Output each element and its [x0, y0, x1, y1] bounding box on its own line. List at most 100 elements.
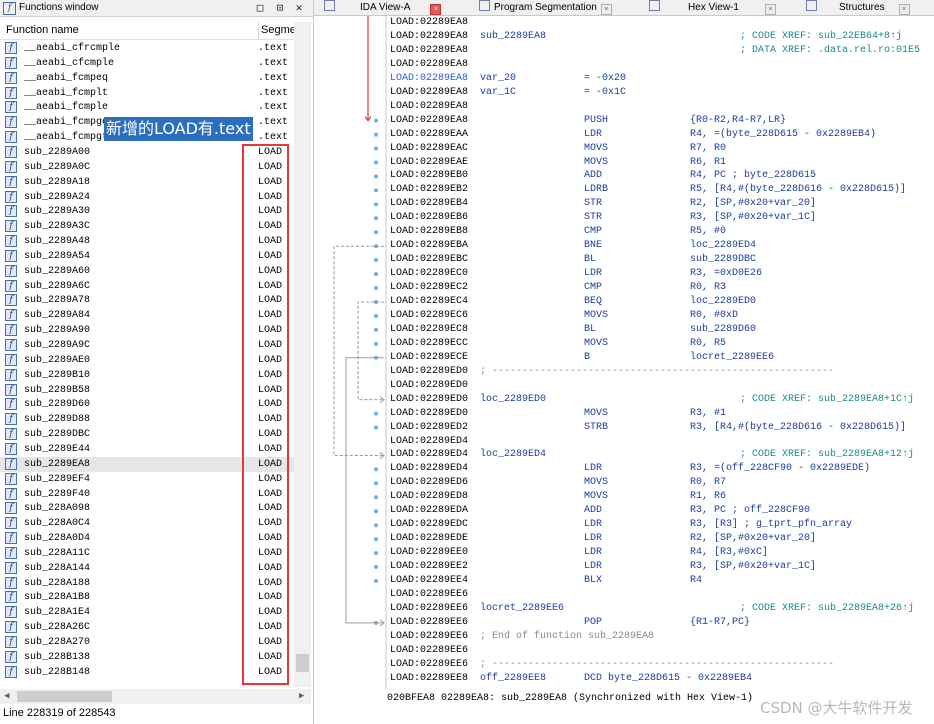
disasm-line[interactable]: LOAD:02289EA8: [388, 100, 934, 114]
disasm-line[interactable]: LOAD:02289EA8 PUSH {R0-R2,R4-R7,LR}: [388, 114, 934, 128]
disasm-operand: R2, [SP,#0x20+var_20]: [690, 533, 817, 545]
disasm-operand: R5, #0: [690, 226, 727, 238]
disasm-line[interactable]: LOAD:02289ED6 MOVS R0, R7: [388, 476, 934, 490]
function-name: sub_2289A6C: [24, 280, 91, 292]
close-icon[interactable]: ×: [600, 4, 612, 15]
function-name: sub_2289F40: [24, 488, 91, 500]
scroll-left-icon[interactable]: ◀: [4, 691, 9, 701]
disasm-line[interactable]: LOAD:02289EDC LDR R3, [R3] ; g_tprt_pfn_ar…: [388, 518, 934, 532]
disassembly-listing[interactable]: LOAD:02289EA8 LOAD:02289EA8 sub_2289EA8 ; C…: [388, 16, 934, 690]
breakpoint-dot: [374, 313, 378, 318]
disasm-line[interactable]: LOAD:02289EB2 LDRB R5, [R4,#(byte_228D616 …: [388, 183, 934, 197]
disasm-line[interactable]: LOAD:02289EE8 off_2289EE8 DCD byte_228D615…: [388, 672, 934, 686]
disasm-line[interactable]: LOAD:02289EC8 BL sub_2289D60: [388, 323, 934, 337]
disasm-line[interactable]: LOAD:02289ED2 STRB R3, [R4,#(byte_228D616 …: [388, 421, 934, 435]
disasm-mnemonic: BL: [584, 323, 597, 335]
disasm-line[interactable]: LOAD:02289EDA ADD R3, PC ; off_228CF90: [388, 504, 934, 518]
disasm-line[interactable]: LOAD:02289EE0 LDR R4, [R3,#0xC]: [388, 546, 934, 560]
disasm-line[interactable]: LOAD:02289EC0 LDR R3, =0xD0E26: [388, 267, 934, 281]
ida-view-a[interactable]: LOAD:02289EA8 LOAD:02289EA8 sub_2289EA8 ; C…: [314, 16, 934, 690]
disasm-line[interactable]: LOAD:02289ED8 MOVS R1, R6: [388, 490, 934, 504]
column-segment[interactable]: Segme: [258, 22, 296, 39]
disasm-line[interactable]: LOAD:02289EB6 STR R3, [SP,#0x20+var_1C]: [388, 211, 934, 225]
disasm-operand: R7, R0: [690, 142, 727, 154]
disasm-line[interactable]: LOAD:02289ECE Blocret_2289EE6: [388, 351, 934, 365]
float-window-button[interactable]: □: [253, 0, 267, 16]
disasm-line[interactable]: LOAD:02289ED4 LDR R3, =(off_228CF90 - 0x22…: [388, 462, 934, 476]
disasm-address: LOAD:02289EC6: [390, 309, 469, 321]
function-segment: .text: [258, 57, 289, 69]
disasm-line[interactable]: LOAD:02289EA8 sub_2289EA8 ; CODE XREF: sub…: [388, 30, 934, 44]
disasm-line[interactable]: LOAD:02289EB4 STR R2, [SP,#0x20+var_20]: [388, 197, 934, 211]
breakpoint-dot: [374, 467, 378, 472]
function-row[interactable]: f __aeabi_cfcmple .text: [0, 56, 294, 71]
disasm-line[interactable]: LOAD:02289EA8 ; DATA XREF: .data.rel.ro:0…: [388, 44, 934, 58]
disasm-operand: {R0-R2,R4-R7,LR}: [690, 114, 787, 126]
function-icon: f: [5, 442, 17, 455]
functions-vertical-scrollbar[interactable]: [294, 22, 311, 687]
disasm-line[interactable]: LOAD:02289EA8: [388, 58, 934, 72]
disasm-line[interactable]: LOAD:02289ED4: [388, 435, 934, 449]
disasm-line[interactable]: LOAD:02289EAC MOVS R7, R0: [388, 142, 934, 156]
disasm-line[interactable]: LOAD:02289EC6 MOVS R0, #0xD: [388, 309, 934, 323]
disasm-line[interactable]: LOAD:02289EC2 CMP R0, R3: [388, 281, 934, 295]
close-icon[interactable]: ×: [430, 4, 442, 15]
disasm-address: LOAD:02289EC2: [390, 282, 469, 294]
disasm-line[interactable]: LOAD:02289EBC BL sub_2289DBC: [388, 253, 934, 267]
function-name: sub_228A11C: [24, 547, 91, 559]
tab-list-icon-button[interactable]: [324, 0, 339, 15]
tab-hex-view[interactable]: Hex View-1 ×: [649, 0, 776, 15]
disasm-line[interactable]: LOAD:02289EAA LDR R4, =(byte_228D615 - 0x2…: [388, 128, 934, 142]
disasm-line[interactable]: LOAD:02289EE4 BLX R4: [388, 574, 934, 588]
function-icon: f: [5, 413, 17, 426]
disasm-line[interactable]: LOAD:02289ED4 loc_2289ED4 ; CODE XREF: sub…: [388, 448, 934, 462]
disasm-line[interactable]: LOAD:02289ED0: [388, 379, 934, 393]
disasm-line[interactable]: LOAD:02289ED0 ; -------------------------…: [388, 365, 934, 379]
disasm-line[interactable]: LOAD:02289ECC MOVS R0, R5: [388, 337, 934, 351]
function-icon: f: [5, 101, 17, 114]
disasm-line[interactable]: LOAD:02289EE6 locret_2289EE6 ; CODE XREF: …: [388, 602, 934, 616]
disasm-line[interactable]: LOAD:02289EE6: [388, 644, 934, 658]
disasm-line[interactable]: LOAD:02289EE2 LDR R3, [SP,#0x20+var_1C]: [388, 560, 934, 574]
disasm-line[interactable]: LOAD:02289EBA BNE loc_2289ED4: [388, 239, 934, 253]
disasm-line[interactable]: LOAD:02289ED0 MOVS R3, #1: [388, 407, 934, 421]
disasm-line[interactable]: LOAD:02289EE6 POP {R1-R7,PC}: [388, 616, 934, 630]
disasm-line[interactable]: LOAD:02289EE6: [388, 588, 934, 602]
breakpoint-dot: [374, 481, 378, 486]
disasm-line[interactable]: LOAD:02289EE6 ; -------------------------…: [388, 658, 934, 672]
function-row[interactable]: f __aeabi_fcmpeq .text: [0, 71, 294, 86]
disasm-line[interactable]: LOAD:02289EB0 ADD R4, PC ; byte_228D615: [388, 169, 934, 183]
restore-window-button[interactable]: ⊡: [273, 0, 287, 16]
tab-program-segmentation[interactable]: Program Segmentation ×: [479, 0, 612, 15]
disasm-mnemonic: = -0x20: [584, 72, 627, 84]
function-icon: f: [5, 650, 17, 663]
disasm-line[interactable]: LOAD:02289EE6 ; End of function sub_2289E…: [388, 630, 934, 644]
tab-structures[interactable]: Structures ×: [806, 0, 910, 15]
column-function-name[interactable]: Function name: [6, 22, 79, 39]
tab-ida-view-a[interactable]: IDA View-A ×: [360, 0, 442, 15]
vertical-scroll-thumb[interactable]: [296, 654, 309, 672]
horizontal-scroll-thumb[interactable]: [17, 691, 112, 702]
function-icon: f: [5, 160, 17, 173]
breakpoint-dot: [374, 132, 378, 137]
disasm-line[interactable]: LOAD:02289EB8 CMP R5, #0: [388, 225, 934, 239]
disasm-mnemonic: LDR: [584, 268, 603, 280]
function-segment: .text: [258, 132, 289, 144]
close-window-button[interactable]: ✕: [292, 0, 306, 16]
functions-horizontal-scrollbar[interactable]: ◀ ▶: [0, 689, 311, 704]
function-row[interactable]: f __aeabi_fcmple .text: [0, 100, 294, 115]
function-row[interactable]: f __aeabi_cfrcmple .text: [0, 41, 294, 56]
function-row[interactable]: f __aeabi_fcmplt .text: [0, 86, 294, 101]
disasm-line[interactable]: LOAD:02289EAE MOVS R6, R1: [388, 156, 934, 170]
scroll-right-icon[interactable]: ▶: [299, 691, 304, 701]
disasm-line[interactable]: LOAD:02289EA8 var_1C = -0x1C: [388, 86, 934, 100]
disasm-line[interactable]: LOAD:02289EA8: [388, 16, 934, 30]
close-icon[interactable]: ×: [898, 4, 910, 15]
close-icon[interactable]: ×: [764, 4, 776, 15]
disasm-line[interactable]: LOAD:02289EA8 var_20 = -0x20: [388, 72, 934, 86]
breakpoint-dot: [374, 495, 378, 500]
disasm-line[interactable]: LOAD:02289ED0 loc_2289ED0 ; CODE XREF: sub…: [388, 393, 934, 407]
breakpoint-dot: [374, 272, 378, 277]
disasm-line[interactable]: LOAD:02289EC4 BEQ loc_2289ED0: [388, 295, 934, 309]
disasm-line[interactable]: LOAD:02289EDE LDR R2, [SP,#0x20+var_20]: [388, 532, 934, 546]
